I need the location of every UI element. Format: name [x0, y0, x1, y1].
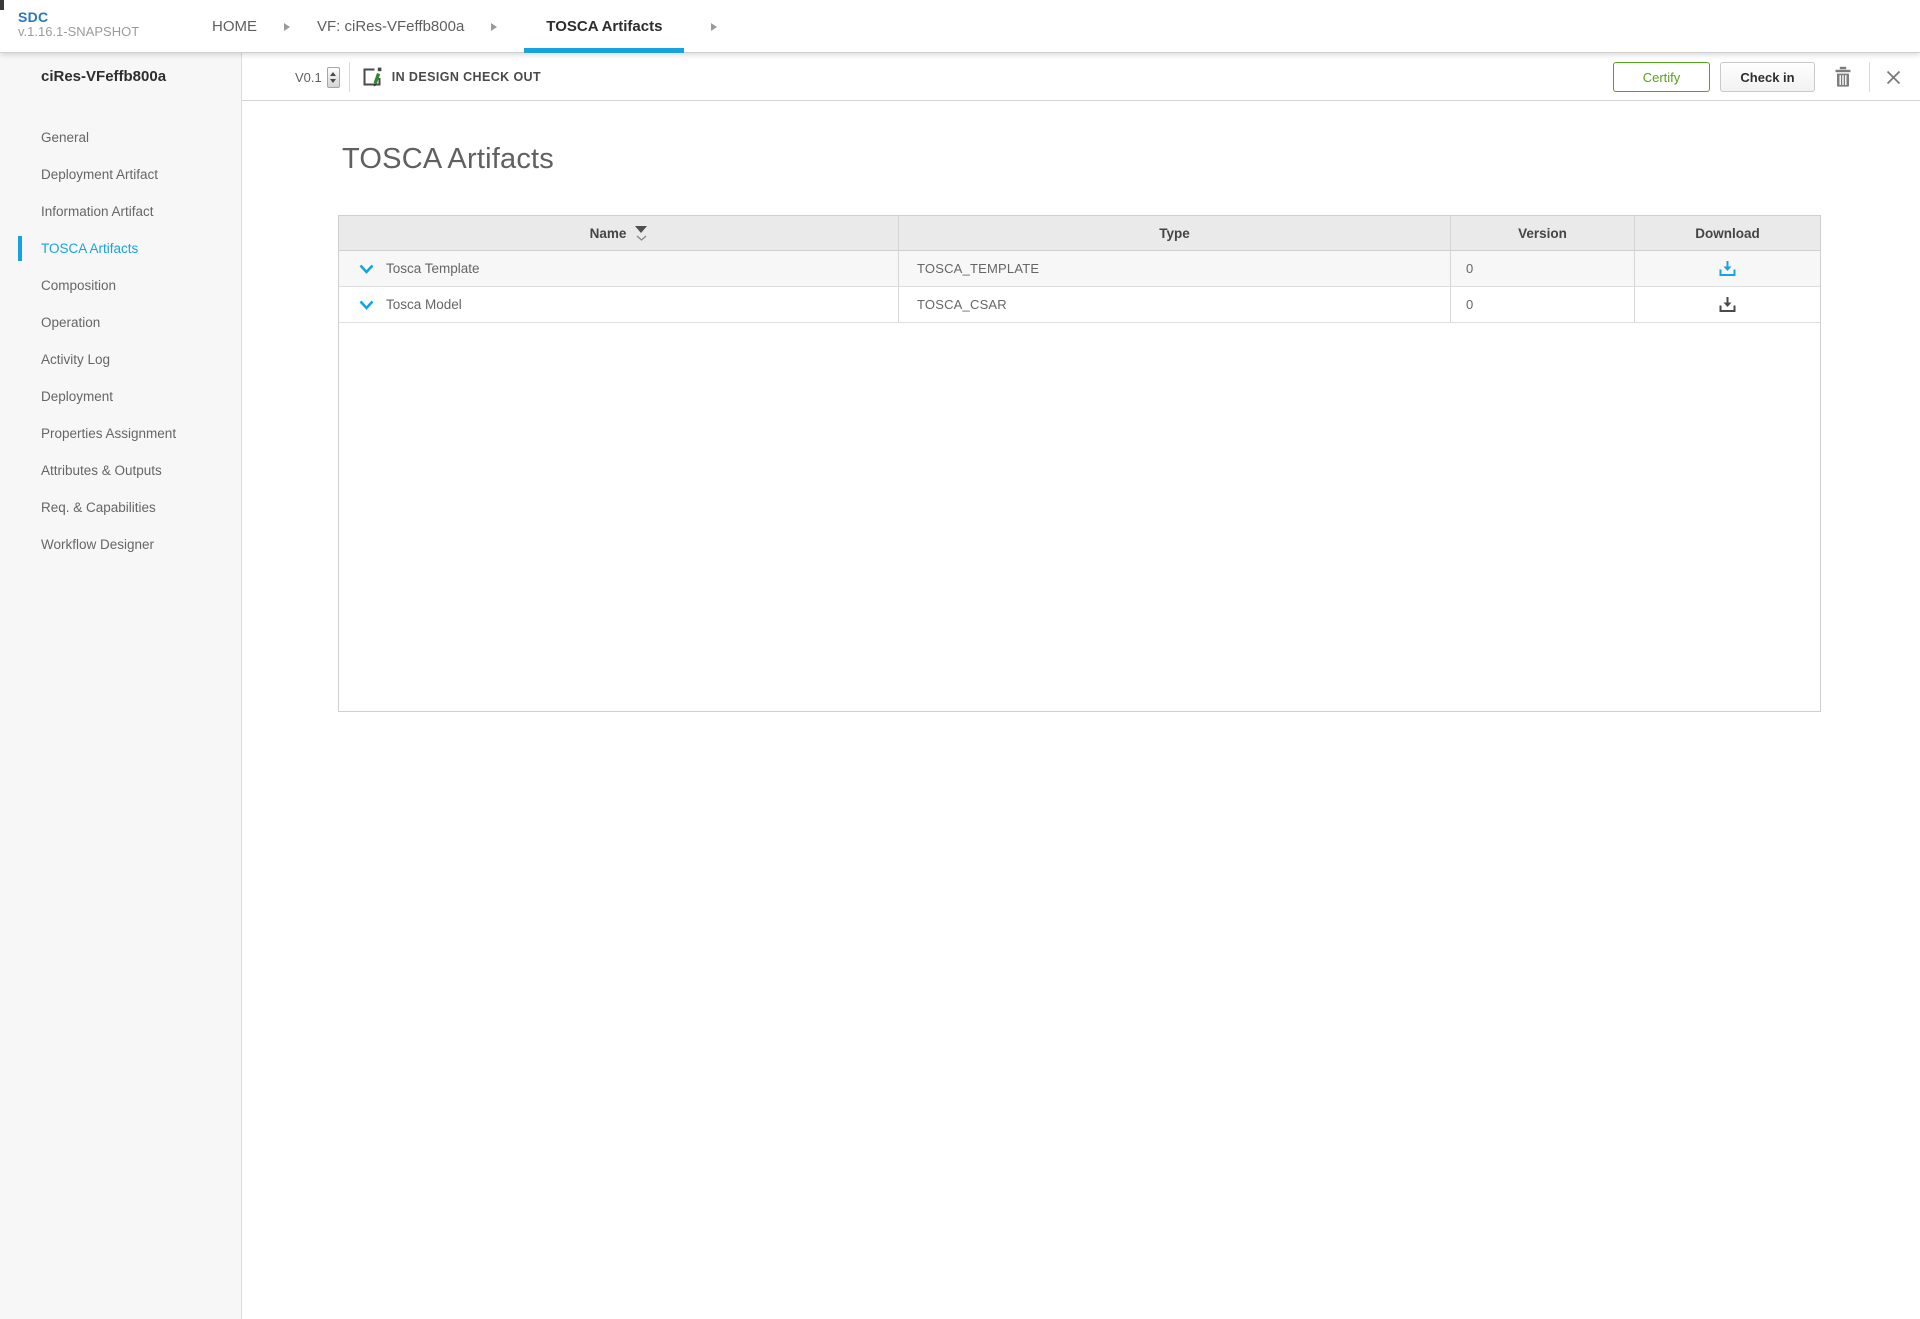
table-header-row: Name Type Version Download: [339, 216, 1820, 251]
sidebar-item-composition[interactable]: Composition: [0, 267, 241, 304]
download-icon[interactable]: [1719, 296, 1736, 313]
sort-triangle-icon: [635, 226, 647, 233]
page-title: TOSCA Artifacts: [342, 143, 554, 176]
sidebar-item-workflow-designer[interactable]: Workflow Designer: [0, 526, 241, 563]
breadcrumb: HOME VF: ciRes-VFeffb800a TOSCA Artifact…: [212, 0, 744, 53]
sidebar-menu: General Deployment Artifact Information …: [0, 101, 242, 1319]
checkout-pencil-icon[interactable]: [361, 66, 383, 88]
corner-mark: [0, 0, 4, 10]
column-header-name-label: Name: [590, 226, 627, 241]
sidebar-item-deployment-artifact[interactable]: Deployment Artifact: [0, 156, 241, 193]
table-row-tosca-model[interactable]: Tosca Model TOSCA_CSAR 0: [339, 287, 1820, 323]
top-bar: SDC v.1.16.1-SNAPSHOT HOME VF: ciRes-VFe…: [0, 0, 1920, 53]
breadcrumb-arrow-icon: [284, 23, 290, 31]
spinner-down-icon[interactable]: [330, 79, 336, 83]
version-label: V0.1: [295, 70, 322, 85]
spinner-up-icon[interactable]: [330, 72, 336, 76]
artifact-name: Tosca Template: [386, 261, 480, 276]
sidebar-item-information-artifact[interactable]: Information Artifact: [0, 193, 241, 230]
sidebar-item-tosca-artifacts[interactable]: TOSCA Artifacts: [0, 230, 241, 267]
column-header-type: Type: [899, 216, 1451, 250]
delete-icon[interactable]: [1833, 66, 1853, 88]
sidebar-item-general[interactable]: General: [0, 119, 241, 156]
artifact-type: TOSCA_CSAR: [899, 287, 1451, 322]
app-version: v.1.16.1-SNAPSHOT: [18, 25, 139, 40]
sort-icon[interactable]: [635, 226, 647, 241]
table-row-tosca-template[interactable]: Tosca Template TOSCA_TEMPLATE 0: [339, 251, 1820, 287]
artifact-name: Tosca Model: [386, 297, 462, 312]
lifecycle-status: IN DESIGN CHECK OUT: [392, 70, 541, 84]
column-header-download: Download: [1635, 216, 1820, 250]
app-logo: SDC v.1.16.1-SNAPSHOT: [18, 9, 139, 40]
close-icon[interactable]: [1886, 70, 1901, 85]
toolbar: V0.1 IN DESIGN CHECK OUT Certify Check i…: [243, 53, 1920, 101]
sidebar-item-deployment[interactable]: Deployment: [0, 378, 241, 415]
column-header-name[interactable]: Name: [339, 216, 899, 250]
download-icon[interactable]: [1719, 260, 1736, 277]
breadcrumb-vf[interactable]: VF: ciRes-VFeffb800a: [317, 18, 464, 35]
sub-header: ciRes-VFeffb800a V0.1 IN DESIGN CHECK OU…: [0, 53, 1920, 101]
tab-tosca-artifacts[interactable]: TOSCA Artifacts: [524, 0, 684, 53]
artifact-version: 0: [1451, 287, 1635, 322]
certify-button[interactable]: Certify: [1613, 62, 1710, 92]
sidebar-item-req-capabilities[interactable]: Req. & Capabilities: [0, 489, 241, 526]
breadcrumb-home[interactable]: HOME: [212, 18, 257, 35]
expand-chevron-icon[interactable]: [359, 300, 374, 310]
toolbar-actions: Certify Check in: [1613, 62, 1901, 92]
expand-chevron-icon[interactable]: [359, 264, 374, 274]
sidebar-item-operation[interactable]: Operation: [0, 304, 241, 341]
check-in-button[interactable]: Check in: [1720, 62, 1815, 92]
artifact-type: TOSCA_TEMPLATE: [899, 251, 1451, 286]
column-header-version: Version: [1451, 216, 1635, 250]
artifact-version: 0: [1451, 251, 1635, 286]
version-selector[interactable]: [327, 67, 340, 88]
sort-chevron-icon: [636, 235, 647, 241]
component-title: ciRes-VFeffb800a: [0, 53, 242, 101]
breadcrumb-arrow-icon: [491, 23, 497, 31]
breadcrumb-arrow-icon: [711, 23, 717, 31]
toolbar-divider: [349, 62, 350, 92]
tosca-artifacts-table: Name Type Version Download Tosca Templat…: [338, 215, 1821, 712]
app-name: SDC: [18, 9, 139, 25]
sidebar-item-properties-assignment[interactable]: Properties Assignment: [0, 415, 241, 452]
sidebar-item-attributes-outputs[interactable]: Attributes & Outputs: [0, 452, 241, 489]
toolbar-divider: [1869, 62, 1870, 92]
sidebar-item-activity-log[interactable]: Activity Log: [0, 341, 241, 378]
